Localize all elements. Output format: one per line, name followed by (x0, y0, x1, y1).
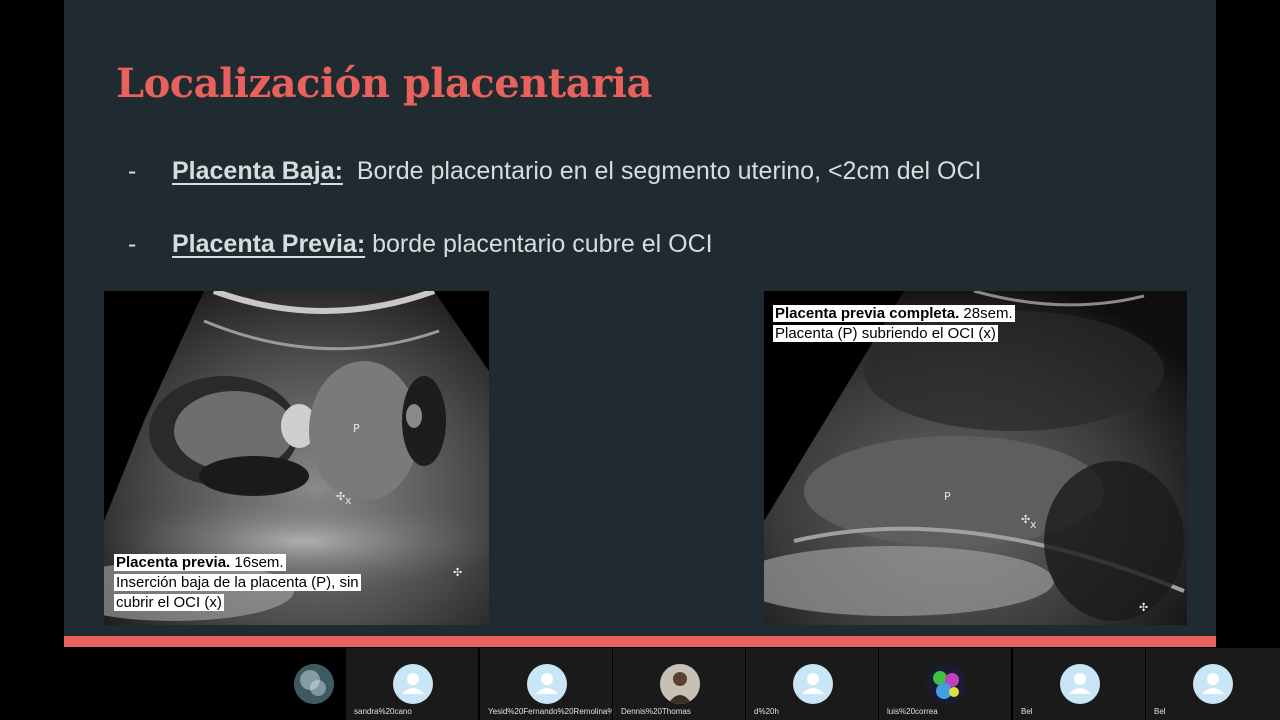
scan-cross-icon: ✣ (453, 566, 463, 579)
participant-name: luis%20correa (887, 707, 938, 716)
marker-p: P (944, 490, 951, 503)
caption-line-2: Inserción baja de la placenta (P), sin (114, 574, 361, 591)
participant-name: sandra%20cano (354, 707, 412, 716)
scan-cross-icon: ✣ (1139, 601, 1149, 614)
marker-x: x (1030, 518, 1037, 531)
bullet-definition: borde placentario cubre el OCI (372, 230, 713, 258)
bullet-term: Placenta Previa: (172, 230, 366, 258)
bullet-dash: - (128, 157, 137, 185)
person-icon (1193, 664, 1233, 704)
participant-tile[interactable]: d%20h (746, 648, 878, 720)
person-icon (527, 664, 567, 704)
bullet-term: Placenta Baja: (172, 157, 343, 185)
marker-x: x (345, 494, 352, 507)
participant-name: Bel (1154, 707, 1166, 716)
presentation-slide: Localización placentaria - Placenta Baja:… (64, 0, 1216, 636)
bullet-definition: Borde placentario en el segmento uterino… (356, 157, 982, 185)
participant-name: Dennis%20Thomas (621, 707, 691, 716)
caption-line-2: Placenta (P) subriendo el OCI (x) (773, 325, 998, 342)
image-caption-left: Placenta previa. 16sem. Inserción baja d… (114, 553, 414, 613)
participant-tile[interactable]: sandra%20cano (346, 648, 478, 720)
participant-tile[interactable]: Bel (1013, 648, 1145, 720)
participant-tile[interactable] (280, 648, 346, 720)
caption-rest: 28sem. (963, 305, 1013, 322)
participant-tile[interactable]: Yesid%20Fernando%20Remolina%2… (480, 648, 612, 720)
participants-strip: sandra%20cano Yesid%20Fernando%20Remolin… (280, 648, 1280, 720)
caption-line-3: cubrir el OCI (x) (114, 594, 224, 611)
bullet-placenta-baja: - Placenta Baja: Borde placentario en el … (128, 157, 982, 186)
marker-p: P (353, 422, 360, 435)
image-caption-right: Placenta previa completa. 28sem. Placent… (773, 304, 1093, 344)
person-icon (393, 664, 433, 704)
person-icon (1060, 664, 1100, 704)
marker-cross-icon: ✣ (336, 490, 346, 503)
photo-avatar (660, 664, 700, 704)
participant-name: Bel (1021, 707, 1033, 716)
participant-name: d%20h (754, 707, 779, 716)
caption-rest: 16sem. (234, 554, 284, 571)
slide-accent-bar (64, 636, 1216, 647)
participant-tile[interactable]: Dennis%20Thomas (613, 648, 745, 720)
caption-bold: Placenta previa. (116, 554, 231, 571)
ultrasound-image-left: P ✣ x ✣ Placenta previa. 16sem. Inserció… (104, 291, 489, 625)
video-call-viewport: Localización placentaria - Placenta Baja:… (0, 0, 1280, 720)
image-avatar-globe (294, 664, 334, 704)
bullet-dash: - (128, 230, 137, 258)
image-avatar-colorful (926, 664, 966, 704)
ultrasound-image-right: P ✣ x ✣ Placenta previa completa. 28sem.… (764, 291, 1187, 625)
person-icon (793, 664, 833, 704)
participant-tile[interactable]: luis%20correa (879, 648, 1011, 720)
participant-tile[interactable]: Bel (1146, 648, 1280, 720)
participant-name: Yesid%20Fernando%20Remolina%2… (488, 707, 612, 716)
slide-title: Localización placentaria (116, 60, 652, 107)
caption-bold: Placenta previa completa. (775, 305, 960, 322)
bullet-placenta-previa: - Placenta Previa: borde placentario cubr… (128, 230, 713, 259)
marker-cross-icon: ✣ (1021, 513, 1031, 526)
